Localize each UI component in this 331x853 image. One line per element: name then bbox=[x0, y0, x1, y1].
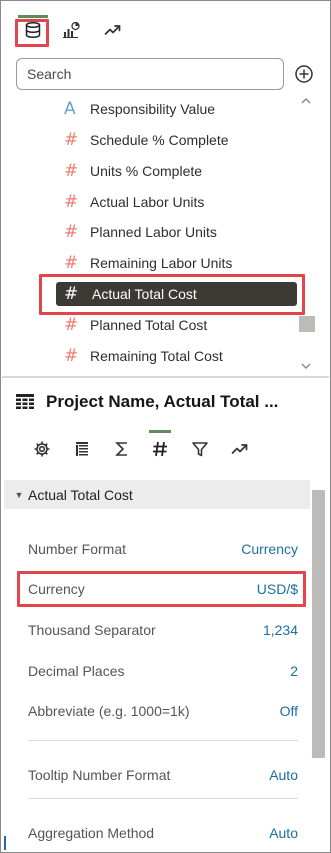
tab-table-layout[interactable] bbox=[68, 432, 96, 466]
search-input[interactable]: Search bbox=[27, 66, 71, 82]
add-icon[interactable] bbox=[294, 64, 314, 84]
property-tooltip-number-format[interactable]: Tooltip Number Format Auto bbox=[28, 764, 298, 788]
trend-icon bbox=[104, 25, 121, 35]
data-element-list: A Responsibility Value # Schedule % Comp… bbox=[0, 94, 331, 374]
table-grid-icon bbox=[16, 394, 34, 409]
measure-icon: # bbox=[64, 130, 79, 150]
divider bbox=[28, 798, 298, 799]
list-item[interactable]: # Remaining Total Cost bbox=[54, 342, 300, 370]
measure-icon: # bbox=[64, 161, 79, 181]
list-item-label: Schedule % Complete bbox=[90, 132, 229, 148]
measure-icon: # bbox=[64, 253, 79, 273]
property-value[interactable]: 1,234 bbox=[263, 622, 298, 638]
measure-icon: # bbox=[64, 315, 79, 335]
tab-analytics[interactable] bbox=[226, 432, 254, 466]
list-item[interactable]: # Actual Labor Units bbox=[54, 188, 300, 216]
property-value[interactable]: Off bbox=[280, 703, 298, 719]
list-item-label: Planned Labor Units bbox=[90, 224, 217, 240]
list-item[interactable]: # Schedule % Complete bbox=[54, 126, 300, 154]
properties-scrollbar-thumb[interactable] bbox=[312, 490, 325, 758]
pane-divider[interactable] bbox=[2, 376, 329, 378]
list-item-label: Remaining Total Cost bbox=[90, 348, 223, 364]
sigma-icon bbox=[115, 442, 127, 456]
list-item-label: Actual Labor Units bbox=[90, 194, 205, 210]
properties-header: Project Name, Actual Total ... bbox=[16, 392, 278, 412]
filter-icon bbox=[192, 442, 208, 457]
list-scrollbar-thumb[interactable] bbox=[299, 316, 315, 332]
scroll-up-icon[interactable] bbox=[300, 96, 312, 106]
section-title: Actual Total Cost bbox=[28, 486, 133, 503]
property-label: Abbreviate (e.g. 1000=1k) bbox=[28, 703, 190, 719]
tab-analytics[interactable] bbox=[97, 14, 129, 46]
property-value[interactable]: 2 bbox=[290, 663, 298, 679]
section-header-actual-total-cost[interactable]: ▼ Actual Total Cost bbox=[4, 480, 310, 509]
tab-filters[interactable] bbox=[186, 432, 214, 466]
tab-data[interactable] bbox=[17, 14, 49, 46]
measure-icon: # bbox=[64, 192, 79, 212]
gear-icon bbox=[34, 441, 50, 457]
property-value[interactable]: Currency bbox=[241, 541, 298, 557]
list-item-label: Responsibility Value bbox=[90, 101, 216, 117]
property-number-format[interactable]: Number Format Currency bbox=[28, 538, 298, 562]
property-abbreviate[interactable]: Abbreviate (e.g. 1000=1k) Off bbox=[28, 700, 298, 724]
attribute-icon: A bbox=[64, 99, 76, 119]
tab-totals[interactable] bbox=[108, 432, 136, 466]
property-label: Tooltip Number Format bbox=[28, 767, 171, 783]
tab-general[interactable] bbox=[28, 432, 56, 466]
property-label: Currency bbox=[28, 581, 85, 597]
measure-icon: # bbox=[64, 222, 79, 242]
list-item[interactable]: # Planned Total Cost bbox=[54, 311, 300, 339]
tab-visualizations[interactable] bbox=[55, 14, 87, 46]
trend-icon bbox=[231, 444, 248, 454]
collapse-caret-icon: ▼ bbox=[14, 489, 24, 500]
search-field[interactable]: Search bbox=[16, 58, 284, 90]
property-thousand-separator[interactable]: Thousand Separator 1,234 bbox=[28, 619, 298, 643]
number-icon bbox=[153, 441, 167, 457]
list-item[interactable]: # Units % Complete bbox=[54, 157, 300, 185]
list-item[interactable]: # Remaining Labor Units bbox=[54, 249, 300, 277]
database-icon bbox=[25, 21, 41, 39]
measure-icon: # bbox=[64, 346, 79, 366]
property-currency[interactable]: Currency USD/$ bbox=[28, 578, 298, 602]
measure-icon: # bbox=[64, 284, 79, 304]
property-decimal-places[interactable]: Decimal Places 2 bbox=[28, 660, 298, 684]
property-label: Number Format bbox=[28, 541, 127, 557]
tab-number-format[interactable] bbox=[146, 430, 174, 466]
focus-accent bbox=[4, 836, 6, 850]
scroll-down-icon[interactable] bbox=[300, 361, 312, 371]
list-item-label: Units % Complete bbox=[90, 163, 203, 179]
list-item[interactable]: A Responsibility Value bbox=[54, 95, 300, 123]
property-label: Thousand Separator bbox=[28, 622, 156, 638]
list-item-selected[interactable]: # Actual Total Cost bbox=[56, 282, 297, 306]
property-value[interactable]: Auto bbox=[269, 825, 298, 841]
list-item[interactable]: # Planned Labor Units bbox=[54, 218, 300, 246]
property-value[interactable]: USD/$ bbox=[257, 581, 298, 597]
chart-icon bbox=[63, 21, 80, 38]
list-item-label: Actual Total Cost bbox=[92, 286, 197, 302]
divider bbox=[28, 740, 298, 741]
property-label: Aggregation Method bbox=[28, 825, 155, 841]
property-aggregation-method[interactable]: Aggregation Method Auto bbox=[28, 822, 298, 846]
property-label: Decimal Places bbox=[28, 663, 125, 679]
list-item-label: Planned Total Cost bbox=[90, 317, 208, 333]
table-icon bbox=[76, 442, 88, 456]
properties-title: Project Name, Actual Total ... bbox=[46, 392, 279, 411]
list-item-label: Remaining Labor Units bbox=[90, 255, 233, 271]
property-value[interactable]: Auto bbox=[269, 767, 298, 783]
